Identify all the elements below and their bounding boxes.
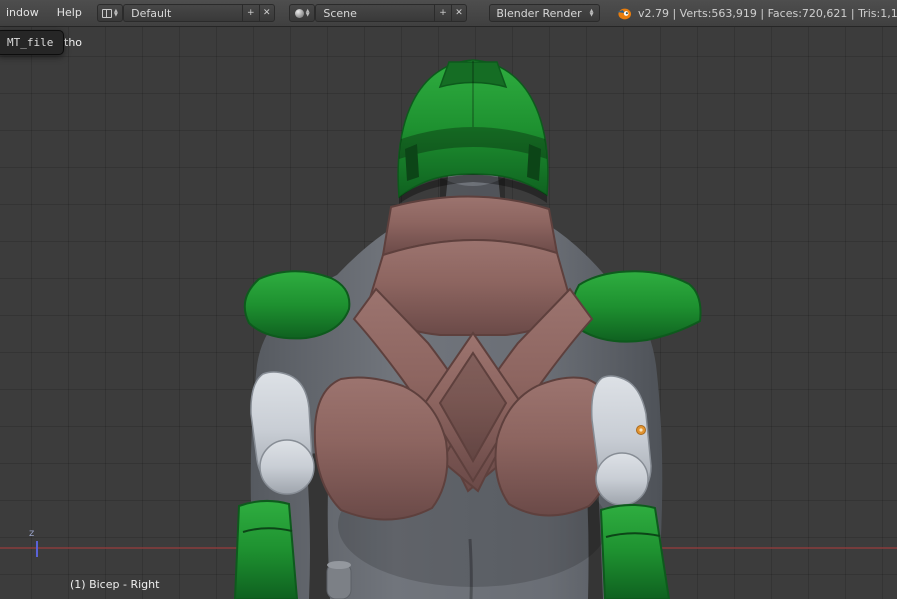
scene-icon (295, 9, 304, 18)
cylinder-mesh[interactable] (327, 561, 351, 599)
viewport-scene (0, 27, 897, 599)
3d-viewport[interactable]: MT_file tho z (1) Bicep - Right (0, 27, 897, 599)
menu-item-window-partial[interactable]: indow (0, 0, 48, 26)
layout-close-button[interactable]: ✕ (259, 4, 276, 22)
render-engine-dropdown[interactable]: Blender Render ▲▼ (489, 4, 600, 22)
shoulder-pad-right-mesh[interactable] (572, 271, 700, 341)
scene-dropdown[interactable]: Scene (315, 4, 434, 22)
z-axis-label: z (29, 528, 34, 539)
scene-close-button[interactable]: ✕ (451, 4, 468, 22)
blender-logo-icon (616, 7, 632, 20)
version-stats-text: v2.79 | Verts:563,919 | Faces:720,621 | … (638, 7, 897, 20)
chevron-updown-icon: ▲▼ (114, 9, 118, 17)
menu-item-help[interactable]: Help (48, 0, 91, 26)
active-object-label: (1) Bicep - Right (70, 578, 159, 591)
forearm-guard-left-mesh[interactable] (235, 501, 297, 599)
blender-window: indow Help ▲▼ Default + ✕ ▲▼ Scene + ✕ B… (0, 0, 897, 599)
view-mode-label: tho (64, 36, 82, 49)
info-header: indow Help ▲▼ Default + ✕ ▲▼ Scene + ✕ B… (0, 0, 897, 27)
scene-icon-button[interactable]: ▲▼ (289, 4, 315, 22)
chevron-updown-icon: ▲▼ (306, 9, 310, 17)
render-engine-label: Blender Render (496, 7, 581, 20)
screen-layout-icon-button[interactable]: ▲▼ (97, 4, 123, 22)
chevron-updown-icon: ▲▼ (590, 9, 594, 17)
layout-grid-icon (102, 9, 112, 18)
layout-add-button[interactable]: + (242, 4, 259, 22)
screen-layout-dropdown[interactable]: Default (123, 4, 242, 22)
tooltip: MT_file (0, 30, 64, 55)
scene-add-button[interactable]: + (434, 4, 451, 22)
shoulder-pad-left-mesh[interactable] (245, 271, 350, 338)
origin-point-indicator (637, 426, 646, 435)
